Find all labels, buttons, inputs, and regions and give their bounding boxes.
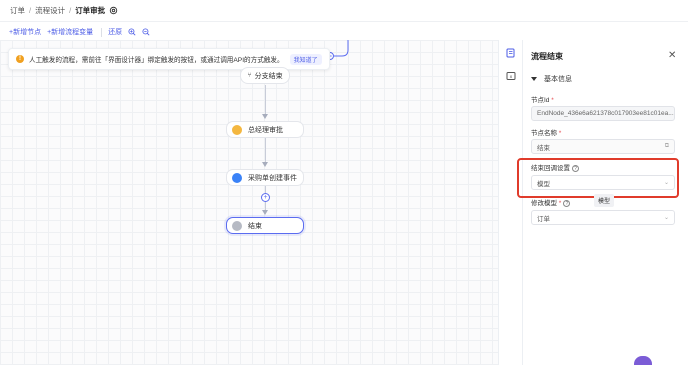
zoom-out-icon[interactable] [142, 28, 150, 36]
flow-node-label: 总经理审批 [248, 126, 283, 134]
breadcrumb-item-flow-design[interactable]: 流程设计 [35, 5, 65, 16]
flow-node-label: 采购单创建事件 [248, 174, 297, 182]
zoom-in-icon[interactable] [128, 28, 136, 36]
svg-text:x: x [510, 75, 513, 80]
close-icon[interactable]: ✕ [668, 50, 676, 61]
breadcrumb-separator: / [29, 6, 32, 15]
settings-icon[interactable] [109, 6, 118, 15]
breadcrumb-item-order[interactable]: 订单 [10, 5, 25, 16]
page-title: 订单审批 [75, 6, 106, 15]
toolbar: +新增节点 +新增流程变量 还原 [0, 24, 156, 40]
connector-arrow [262, 114, 268, 119]
add-node-button[interactable]: +新增节点 [9, 27, 41, 37]
node-id-field: EndNode_436e6a621378c017903ee81c01ea... [531, 106, 675, 121]
notice-text: 人工触发的流程，需前往「界面设计器」绑定触发的按钮，或通过调用API的方式触发。 [29, 57, 284, 64]
branch-icon: ⑂ [247, 72, 252, 79]
toolbar-divider [101, 27, 103, 37]
node-id-value: EndNode_436e6a621378c017903ee81c01ea... [537, 110, 674, 117]
breadcrumb-separator: / [69, 6, 72, 15]
connector-arrow [262, 210, 268, 215]
panel-title: 流程结束 [531, 52, 563, 61]
panel-tab-strip: x [498, 40, 522, 365]
node-name-label: 节点名称 * [531, 127, 561, 137]
properties-tab-icon[interactable] [506, 48, 516, 58]
flow-canvas[interactable]: ! 人工触发的流程，需前往「界面设计器」绑定触发的按钮，或通过调用API的方式触… [0, 40, 498, 365]
tooltip: 模型 [594, 194, 615, 207]
modify-model-select[interactable]: 订单 ⌄ [531, 210, 675, 225]
copy-icon[interactable]: ⧉ [665, 143, 669, 150]
flow-node-end[interactable]: 结束 [226, 217, 304, 234]
node-id-label: 节点Id * [531, 94, 554, 104]
node-name-label-text: 节点名称 [531, 130, 557, 137]
connector-line [265, 138, 266, 163]
node-name-input[interactable]: 结束 ⧉ [531, 139, 675, 154]
caret-down-icon [531, 77, 537, 81]
add-variable-button[interactable]: +新增流程变量 [47, 27, 93, 37]
modify-model-label-text: 修改模型 [531, 200, 557, 207]
flow-node-gm-approval[interactable]: 总经理审批 [226, 121, 304, 138]
variables-tab-icon[interactable]: x [506, 71, 516, 81]
branch-end-node[interactable]: ⑂ 分支结束 [240, 67, 290, 84]
required-mark: * [549, 97, 554, 104]
notice-dismiss-button[interactable]: 我知道了 [289, 53, 322, 65]
branch-end-label: 分支结束 [254, 72, 283, 80]
restore-button[interactable]: 还原 [108, 27, 122, 37]
assistant-avatar[interactable] [634, 356, 652, 365]
breadcrumb: 订单 / 流程设计 / 订单审批 [0, 0, 688, 22]
flow-node-purchase-create[interactable]: 采购单创建事件 [226, 169, 304, 186]
node-id-label-text: 节点Id [531, 97, 550, 104]
help-icon[interactable]: ? [563, 199, 571, 207]
chevron-down-icon: ⌄ [663, 215, 669, 221]
end-node-icon [232, 220, 242, 231]
event-node-icon [232, 172, 242, 183]
required-mark: * [557, 200, 562, 207]
warning-icon: ! [16, 55, 24, 63]
required-mark: * [557, 130, 562, 137]
node-name-value: 结束 [537, 144, 550, 152]
flow-node-label: 结束 [248, 222, 262, 230]
connector-line [265, 85, 266, 115]
section-basic-info[interactable]: 基本信息 [531, 74, 572, 84]
approval-node-icon [232, 124, 242, 135]
add-node-plus-icon[interactable]: + [261, 193, 270, 202]
section-title: 基本信息 [544, 76, 572, 83]
modify-model-value: 订单 [537, 215, 550, 223]
connector-arrow [262, 162, 268, 167]
callout-highlight-box [517, 158, 679, 198]
modify-model-label: 修改模型 *? [531, 197, 571, 207]
